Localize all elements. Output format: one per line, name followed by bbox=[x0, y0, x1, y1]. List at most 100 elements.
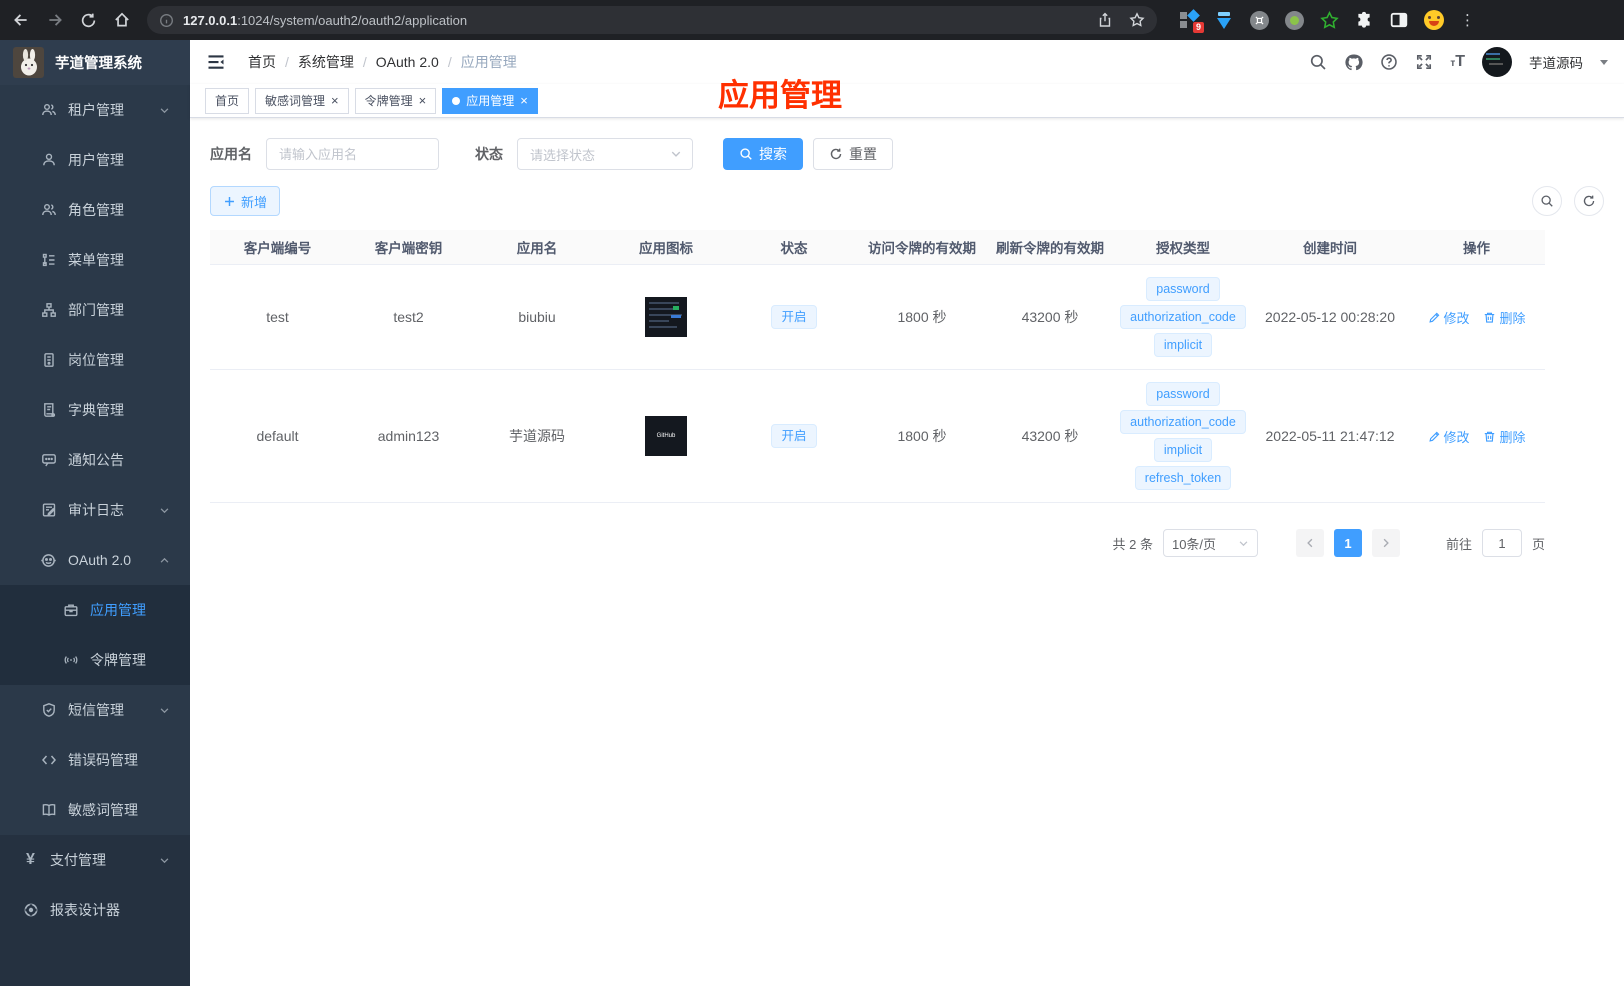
sidebar-item-tenant[interactable]: 租户管理 bbox=[0, 85, 190, 135]
status-select[interactable]: 请选择状态 bbox=[517, 138, 693, 170]
cell-refresh-ttl: 43200 秒 bbox=[986, 369, 1114, 503]
extension-record-icon[interactable] bbox=[1284, 10, 1304, 30]
browser-menu-icon[interactable]: ⋮ bbox=[1460, 11, 1476, 29]
site-info-icon[interactable] bbox=[159, 13, 174, 28]
bookmark-star-icon[interactable] bbox=[1129, 12, 1145, 28]
dictionary-icon bbox=[40, 402, 57, 418]
edit-button[interactable]: 修改 bbox=[1428, 308, 1470, 327]
url-path: :1024/system/oauth2/oauth2/application bbox=[237, 12, 468, 28]
sidebar-item-post[interactable]: 岗位管理 bbox=[0, 335, 190, 385]
prev-page-button[interactable] bbox=[1295, 529, 1324, 557]
chevron-down-icon bbox=[159, 105, 170, 116]
home-icon[interactable] bbox=[113, 11, 131, 29]
sidebar-item-audit-log[interactable]: 审计日志 bbox=[0, 485, 190, 535]
extension-grid-icon[interactable]: 9 bbox=[1179, 9, 1204, 33]
search-icon[interactable] bbox=[1309, 53, 1327, 71]
col-access-ttl: 访问令牌的有效期 bbox=[858, 230, 986, 265]
sidebar-item-sensitive-word[interactable]: 敏感词管理 bbox=[0, 785, 190, 835]
application-window: 127.0.0.1:1024/system/oauth2/oauth2/appl… bbox=[0, 0, 1624, 986]
fullscreen-icon[interactable] bbox=[1415, 53, 1433, 71]
font-size-icon[interactable]: тT bbox=[1450, 54, 1465, 70]
breadcrumb: 首页 / 系统管理 / OAuth 2.0 / 应用管理 bbox=[248, 52, 517, 72]
cell-actions: 修改 删除 bbox=[1408, 264, 1545, 370]
sidebar-item-menu-mgmt[interactable]: 菜单管理 bbox=[0, 235, 190, 285]
app-name-input[interactable] bbox=[266, 138, 439, 170]
user-icon bbox=[40, 152, 57, 168]
sidebar-item-dept[interactable]: 部门管理 bbox=[0, 285, 190, 335]
page-size-select[interactable]: 10条/页 bbox=[1162, 529, 1258, 557]
close-icon[interactable]: × bbox=[331, 94, 339, 107]
tree-list-icon bbox=[40, 252, 57, 268]
users-icon bbox=[40, 102, 57, 118]
extension-emoji-icon[interactable] bbox=[1424, 10, 1444, 30]
message-icon bbox=[40, 452, 57, 468]
search-button[interactable]: 搜索 bbox=[723, 138, 803, 170]
edit-button[interactable]: 修改 bbox=[1428, 427, 1470, 446]
address-bar[interactable]: 127.0.0.1:1024/system/oauth2/oauth2/appl… bbox=[147, 6, 1157, 34]
sidebar-item-oauth-application[interactable]: 应用管理 bbox=[0, 585, 190, 635]
close-icon[interactable]: × bbox=[520, 94, 528, 107]
grant-type-tag: authorization_code bbox=[1120, 305, 1246, 329]
chevron-down-icon bbox=[1239, 540, 1248, 546]
extension-star-icon[interactable] bbox=[1319, 10, 1339, 30]
breadcrumb-current: 应用管理 bbox=[460, 54, 517, 70]
col-client-secret: 客户端密钥 bbox=[345, 230, 472, 265]
sidebar-item-notice[interactable]: 通知公告 bbox=[0, 435, 190, 485]
cell-app-icon bbox=[602, 264, 730, 370]
delete-button[interactable]: 删除 bbox=[1483, 308, 1525, 327]
sidebar-item-oauth-token[interactable]: 令牌管理 bbox=[0, 635, 190, 685]
col-client-id: 客户端编号 bbox=[210, 230, 345, 265]
sidebar-item-report-designer[interactable]: 报表设计器 bbox=[0, 885, 190, 935]
next-page-button[interactable] bbox=[1371, 529, 1400, 557]
refresh-table-button[interactable] bbox=[1574, 186, 1604, 216]
sidebar-item-sms[interactable]: 短信管理 bbox=[0, 685, 190, 735]
breadcrumb-home[interactable]: 首页 bbox=[248, 52, 276, 72]
user-name[interactable]: 芋道源码 bbox=[1529, 52, 1583, 72]
sidebar-item-oauth[interactable]: OAuth 2.0 bbox=[0, 535, 190, 585]
user-avatar[interactable] bbox=[1482, 47, 1512, 77]
delete-button[interactable]: 删除 bbox=[1483, 427, 1525, 446]
app-logo[interactable]: 芋道管理系统 bbox=[0, 40, 190, 85]
app-icon-thumbnail: GitHub bbox=[645, 416, 687, 456]
extension-gem-icon[interactable] bbox=[1214, 10, 1234, 30]
help-icon[interactable] bbox=[1380, 53, 1398, 71]
cell-app-name: biubiu bbox=[472, 264, 602, 370]
forward-icon[interactable] bbox=[46, 11, 64, 29]
sidebar-item-error-code[interactable]: 错误码管理 bbox=[0, 735, 190, 785]
chevron-left-icon bbox=[1307, 538, 1313, 548]
grant-type-tag: authorization_code bbox=[1120, 410, 1246, 434]
cell-created-at: 2022-05-12 00:28:20 bbox=[1252, 264, 1408, 370]
cell-client-id: default bbox=[210, 369, 345, 503]
user-menu-caret-icon[interactable] bbox=[1600, 59, 1608, 65]
extension-command-icon[interactable] bbox=[1249, 10, 1269, 30]
reset-button[interactable]: 重置 bbox=[813, 138, 893, 170]
back-icon[interactable] bbox=[12, 11, 30, 29]
current-page-button[interactable]: 1 bbox=[1333, 529, 1362, 557]
sidebar-item-dict[interactable]: 字典管理 bbox=[0, 385, 190, 435]
tab-sensitive-word[interactable]: 敏感词管理 × bbox=[255, 87, 349, 114]
robot-icon bbox=[40, 552, 57, 569]
reload-icon[interactable] bbox=[80, 12, 97, 29]
breadcrumb-system[interactable]: 系统管理 bbox=[298, 52, 354, 72]
cell-app-name: 芋道源码 bbox=[472, 369, 602, 503]
extension-split-view-icon[interactable] bbox=[1389, 10, 1409, 30]
breadcrumb-oauth[interactable]: OAuth 2.0 bbox=[376, 54, 439, 70]
toggle-search-button[interactable] bbox=[1532, 186, 1562, 216]
tab-home[interactable]: 首页 bbox=[205, 87, 250, 114]
github-icon[interactable] bbox=[1344, 53, 1363, 72]
grant-type-tag: implicit bbox=[1153, 333, 1213, 357]
sidebar-collapse-icon[interactable] bbox=[206, 52, 226, 72]
url-host: 127.0.0.1 bbox=[183, 12, 238, 28]
sidebar-item-user[interactable]: 用户管理 bbox=[0, 135, 190, 185]
close-icon[interactable]: × bbox=[419, 94, 427, 107]
tab-application-mgmt[interactable]: 应用管理 × bbox=[442, 87, 538, 114]
extension-puzzle-icon[interactable] bbox=[1354, 10, 1374, 30]
table-toolbar: 新增 bbox=[210, 186, 1604, 216]
token-signal-icon bbox=[62, 652, 79, 668]
sidebar-item-payment[interactable]: ¥ 支付管理 bbox=[0, 835, 190, 885]
tab-token-mgmt[interactable]: 令牌管理 × bbox=[354, 87, 437, 114]
goto-page-input[interactable] bbox=[1481, 529, 1522, 557]
share-icon[interactable] bbox=[1097, 12, 1113, 28]
add-button[interactable]: 新增 bbox=[210, 186, 281, 216]
sidebar-item-role[interactable]: 角色管理 bbox=[0, 185, 190, 235]
